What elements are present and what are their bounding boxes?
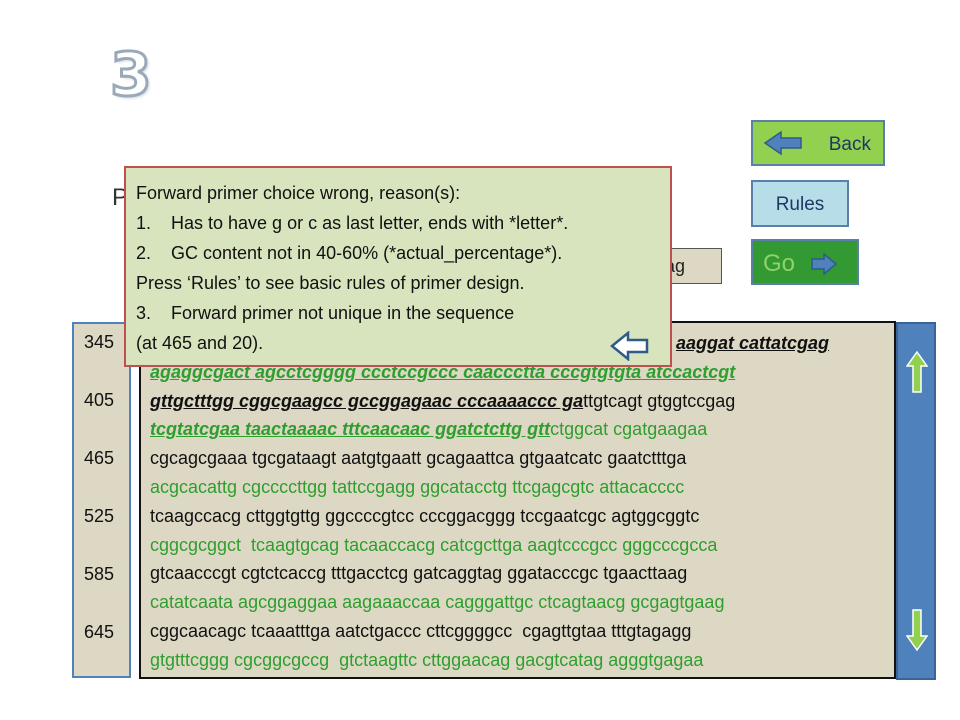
- go-button-label: Go: [763, 250, 796, 277]
- popup-reason-text: GC content not in 40-60% (*actual_percen…: [171, 243, 563, 263]
- popup-reason: 2. GC content not in 40-60% (*actual_perc…: [136, 238, 670, 268]
- popup-close-icon[interactable]: [610, 331, 650, 361]
- line-number: 345: [84, 332, 115, 352]
- sequence-segment: tcgtatcgaa taactaaaac tttcaacaac ggatctc…: [150, 419, 551, 440]
- line-number: 585: [84, 564, 115, 584]
- sequence-segment: gttgctttgg cggcgaagcc gccggagaac cccaaaa…: [150, 390, 584, 411]
- sequence-segment: gtgtttcggg cgcggcgccg gtctaagttc cttggaa…: [150, 649, 704, 670]
- back-button-label: Back: [828, 134, 871, 155]
- popup-reason-text: Has to have g or c as last letter, ends …: [171, 213, 569, 233]
- error-popup: Forward primer choice wrong, reason(s): …: [124, 166, 672, 367]
- rules-button-label: Rules: [775, 194, 825, 215]
- sequence-panel: aaggat cattatcgag agaggcgact agcctcgggg c…: [139, 321, 896, 679]
- sequence-line: gttgctttgg cggcgaagcc gccggagaac cccaaaa…: [150, 391, 735, 411]
- sequence-segment: cggcgcggct tcaagtgcag tacaaccacg catcgct…: [150, 534, 718, 555]
- sequence-line: cggcgcggct tcaagtgcag tacaaccacg catcgct…: [150, 535, 717, 555]
- popup-reason-number: 1.: [136, 213, 152, 233]
- down-arrow-icon[interactable]: [906, 608, 928, 652]
- line-number: 405: [84, 390, 115, 410]
- sequence-line: cgcagcgaaa tgcgataagt aatgtgaatt gcagaat…: [150, 448, 686, 468]
- line-number-panel: 345 405 465 525 585 645: [72, 322, 131, 678]
- sequence-line: tcgtatcgaa taactaaaac tttcaacaac ggatctc…: [150, 419, 707, 439]
- sequence-line: aaggat cattatcgag: [676, 333, 829, 353]
- slide-number: 3: [109, 39, 154, 112]
- right-arrow-icon: [811, 253, 838, 275]
- sequence-segment: ctggcat cgatgaagaa: [550, 419, 708, 440]
- sequence-segment: acgcacattg cgccccttgg tattccgagg ggcatac…: [150, 477, 685, 497]
- line-number: 465: [84, 448, 115, 468]
- sequence-segment: tcaagccacg cttggtgttg ggccccgtcc cccggac…: [150, 505, 700, 526]
- sequence-segment: gtcaacccgt cgtctcaccg tttgacctcg gatcagg…: [150, 563, 688, 584]
- sequence-segment: cgcagcgaaa tgcgataagt aatgtgaatt gcagaat…: [150, 448, 687, 469]
- sequence-segment: aaggat cattatcgag: [676, 333, 830, 353]
- sequence-line: tcaagccacg cttggtgttg ggccccgtcc cccggac…: [150, 506, 699, 526]
- back-button[interactable]: Back: [751, 120, 885, 166]
- popup-title: Forward primer choice wrong, reason(s):: [136, 183, 461, 203]
- up-arrow-icon[interactable]: [906, 350, 928, 394]
- sequence-line: gtgtttcggg cgcggcgccg gtctaagttc cttggaa…: [150, 650, 703, 670]
- sequence-line: cggcaacagc tcaaatttga aatctgaccc cttcggg…: [150, 621, 691, 641]
- left-arrow-icon: [763, 130, 802, 156]
- sequence-line: catatcaata agcggaggaa aagaaaccaa cagggat…: [150, 592, 724, 612]
- popup-reason-number: 3.: [136, 303, 152, 323]
- popup-reason-text: Forward primer not unique in the sequenc…: [171, 303, 515, 323]
- popup-reason: 3. Forward primer not unique in the seque…: [136, 298, 670, 328]
- line-number: 525: [84, 506, 115, 526]
- popup-note: Press ‘Rules’ to see basic rules of prim…: [136, 273, 525, 293]
- popup-reason-continued: (at 465 and 20).: [136, 333, 264, 353]
- popup-reason: 1. Has to have g or c as last letter, end…: [136, 208, 670, 238]
- sequence-segment: ttgtcagt gtggtccgag: [583, 390, 736, 411]
- scroll-panel: [896, 322, 936, 680]
- sequence-segment: cggcaacagc tcaaatttga aatctgaccc cttcggg…: [150, 621, 692, 641]
- sequence-line: gtcaacccgt cgtctcaccg tttgacctcg gatcagg…: [150, 563, 687, 583]
- popup-reason-number: 2.: [136, 243, 152, 263]
- sequence-line: acgcacattg cgccccttgg tattccgagg ggcatac…: [150, 477, 684, 497]
- sequence-segment: catatcaata agcggaggaa aagaaaccaa cagggat…: [150, 592, 725, 613]
- go-button[interactable]: Go: [751, 239, 859, 285]
- rules-button[interactable]: Rules: [751, 180, 849, 227]
- line-number: 645: [84, 622, 115, 642]
